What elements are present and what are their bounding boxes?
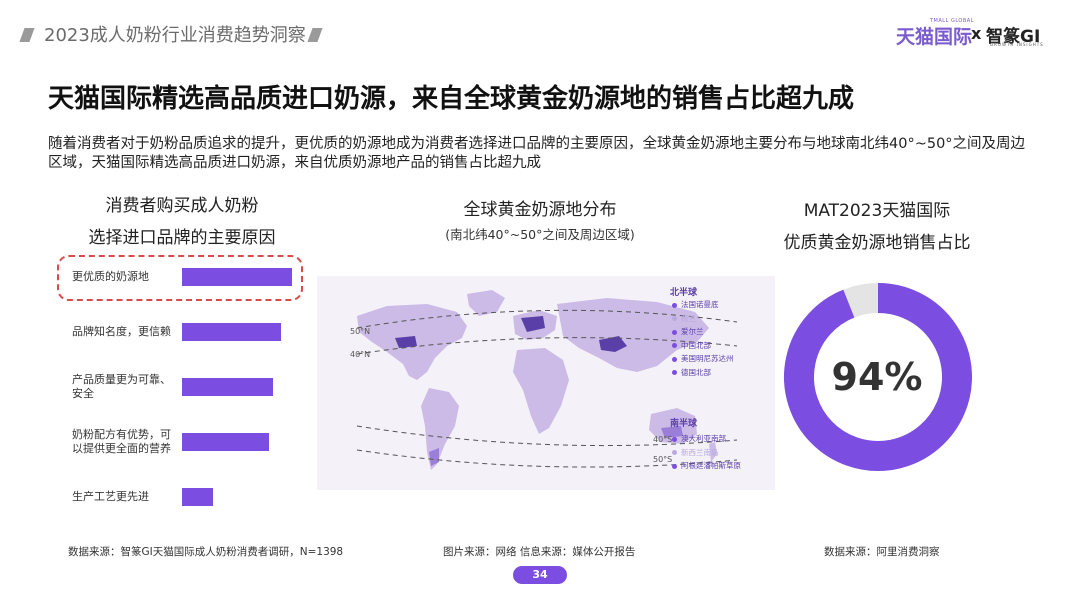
legend-dot-icon (672, 370, 677, 375)
gi-logo-subtext: GROWTH INSIGHTS (990, 42, 1044, 47)
bar-label: 生产工艺更先进 (72, 490, 149, 503)
legend-item: 德国北部 (672, 367, 711, 378)
continent-south-america (421, 388, 459, 470)
legend-dot-icon (672, 316, 677, 321)
legend-item-label: 美国明尼苏达州 (681, 354, 734, 363)
lat-label-40n: 40°N (350, 350, 371, 359)
legend-item: 法国诺曼底 (672, 299, 719, 310)
bar-label: 产品质量更为可靠、安全 (72, 373, 171, 400)
donut-title-line1: MAT2023天猫国际 (803, 201, 951, 221)
logo-separator: x (971, 24, 982, 43)
bar-chart-title-line2: 选择进口品牌的主要原因 (88, 228, 276, 248)
bar-label: 更优质的奶源地 (72, 270, 149, 283)
legend-dot-icon (672, 356, 677, 362)
bar-chart-source: 数据来源：智篆GI天猫国际成人奶粉消费者调研，N=1398 (68, 546, 344, 558)
page-headline: 天猫国际精选高品质进口奶源，来自全球黄金奶源地的销售占比超九成 (48, 84, 855, 114)
bar-label: 奶粉配方有优势，可以提供更全面的营养 (72, 428, 171, 455)
lat-label-50s: 50°S (653, 455, 673, 464)
legend-item-label: 法国诺曼底 (681, 300, 719, 309)
map-title: 全球黄金奶源地分布 (463, 200, 617, 220)
legend-item: 澳大利亚南部 (672, 433, 726, 444)
legend-dot-icon (672, 450, 677, 455)
region-usa-minnesota (395, 336, 417, 348)
donut-center-value: 94% (831, 355, 923, 399)
header-slash-right (307, 28, 323, 42)
bar (182, 378, 273, 396)
header-title: 2023成人奶粉行业消费趋势洞察 (44, 25, 306, 46)
continent-africa (513, 348, 569, 434)
legend-dot-icon (672, 436, 677, 442)
bar (182, 488, 213, 506)
bar (182, 268, 292, 286)
continent-greenland (467, 290, 505, 316)
map-source: 图片来源：网络 信息来源：媒体公开报告 (443, 546, 636, 558)
bar (182, 323, 281, 341)
legend-item: 阿根廷潘帕斯草原 (672, 460, 741, 471)
donut-source: 数据来源：阿里消费洞察 (824, 546, 940, 558)
legend-item-label: 澳大利亚南部 (681, 434, 726, 443)
donut-title-line2: 优质黄金奶源地销售占比 (783, 233, 971, 253)
legend-item-label: 中国北部 (681, 340, 711, 350)
donut-slice-other (843, 283, 879, 318)
donut-title: MAT2023天猫国际 优质黄金奶源地销售占比 (752, 195, 1002, 259)
legend-south-heading: 南半球 (670, 419, 698, 429)
legend-dot-icon (672, 343, 677, 348)
bar (182, 433, 269, 451)
legend-dot-icon (672, 463, 677, 469)
legend-item: 美国明尼苏达州 (672, 353, 734, 364)
legend-dot-icon (672, 302, 677, 308)
bar-chart-title: 消费者购买成人奶粉 选择进口品牌的主要原因 (62, 190, 302, 254)
legend-item-label: 德国北部 (681, 367, 711, 377)
bar-chart-title-line1: 消费者购买成人奶粉 (105, 196, 259, 216)
page-number: 34 (513, 566, 567, 584)
legend-item: 中国北部 (672, 340, 711, 351)
legend-item: 新西兰南岛 (672, 447, 719, 458)
legend-item: 爱尔兰 (672, 326, 704, 337)
lat-label-50n: 50°N (350, 327, 371, 336)
bar-label: 品牌知名度，更信赖 (72, 325, 171, 338)
legend-item-label: 荷兰 (681, 313, 696, 323)
legend-dot-icon (672, 329, 677, 335)
map-subtitle: (南北纬40°~50°之间及周边区域) (445, 227, 635, 242)
lat-label-40s: 40°S (653, 435, 673, 444)
legend-item-label: 阿根廷潘帕斯草原 (681, 461, 741, 470)
page-description: 随着消费者对于奶粉品质追求的提升，更优质的奶源地成为消费者选择进口品牌的主要原因… (48, 136, 1026, 171)
legend-item-label: 爱尔兰 (681, 327, 704, 336)
legend-north-heading: 北半球 (670, 288, 698, 298)
legend-item-label: 新西兰南岛 (681, 447, 719, 457)
legend-item: 荷兰 (672, 313, 696, 324)
header-slash-left (19, 28, 35, 42)
tmall-global-logo: 天猫国际 (896, 26, 973, 48)
